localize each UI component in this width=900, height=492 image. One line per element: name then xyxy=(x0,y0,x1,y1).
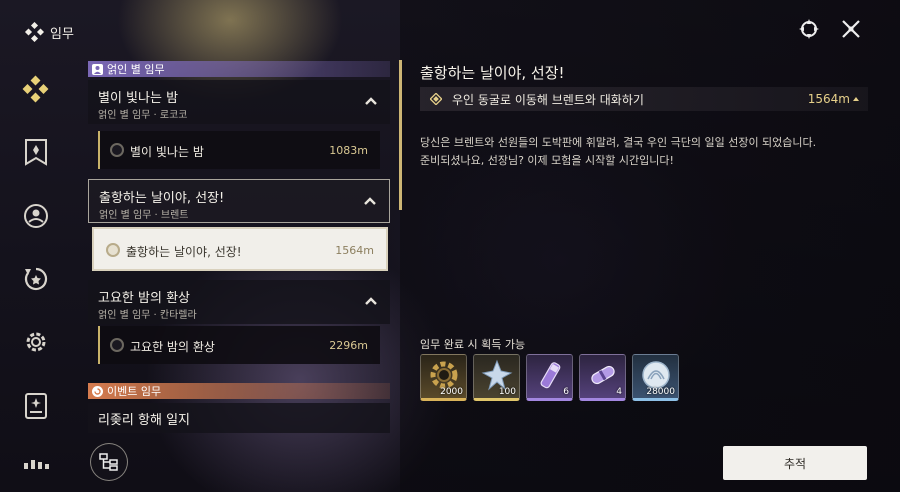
sidebar-item-more[interactable] xyxy=(20,447,52,479)
chevron-up-icon xyxy=(364,197,376,205)
quest-distance: 1564m xyxy=(335,244,374,257)
category-header: 얽인 별 임무 xyxy=(88,61,390,77)
journal-icon xyxy=(25,393,47,419)
status-circle-icon xyxy=(110,338,124,352)
quest-group[interactable]: 리좆리 항해 일지 xyxy=(88,403,390,433)
status-circle-icon xyxy=(110,143,124,157)
group-title: 출항하는 날이야, 선장! xyxy=(99,191,225,206)
quest-group[interactable]: 출항하는 날이야, 선장! 얽인 별 임무 · 브렌트 xyxy=(88,179,390,223)
quest-title: 고요한 밤의 환상 xyxy=(130,340,215,354)
close-icon xyxy=(842,20,860,38)
header: 임무 xyxy=(24,22,74,42)
profile-circle-icon xyxy=(24,204,48,228)
quest-title: 별이 빛나는 밤 xyxy=(130,145,204,159)
sidebar-item-quests[interactable] xyxy=(20,73,52,105)
category-label: 얽인 별 임무 xyxy=(107,63,165,76)
sidebar-item-profile[interactable] xyxy=(20,200,52,232)
bars-icon xyxy=(24,460,49,469)
objective-distance-value: 1564m xyxy=(807,92,850,106)
banner-icon xyxy=(25,139,47,166)
track-button[interactable]: 추적 xyxy=(723,446,867,480)
quest-group[interactable]: 고요한 밤의 환상 얽인 별 임무 · 칸타렐라 xyxy=(88,280,390,324)
reward-item[interactable]: 2000 xyxy=(420,354,467,401)
person-icon xyxy=(92,63,103,75)
detail-title: 출항하는 날이야, 선장! xyxy=(420,64,565,82)
sidebar-item-journal[interactable] xyxy=(20,390,52,422)
category-header: 이벤트 임무 xyxy=(88,383,390,399)
quest-description: 당신은 브렌트와 선원들의 도박판에 휘말려, 결국 우인 극단의 일일 선장이… xyxy=(420,134,860,170)
quest-item[interactable]: 별이 빛나는 밤 1083m xyxy=(98,131,380,169)
quest-group[interactable]: 별이 빛나는 밤 얽인 별 임무 · 로코코 xyxy=(88,80,390,124)
purple-capsule-icon xyxy=(591,365,615,385)
objective-diamond-icon xyxy=(430,93,442,105)
quest-detail: 출항하는 날이야, 선장! 우인 동굴로 이동해 브렌트와 대화하기 1564m… xyxy=(420,55,880,492)
quest-item[interactable]: 고요한 밤의 환상 2296m xyxy=(98,326,380,364)
page-title: 임무 xyxy=(50,26,74,42)
quest-list: 얽인 별 임무 별이 빛나는 밤 얽인 별 임무 · 로코코 별이 빛나는 밤 … xyxy=(76,55,398,492)
quest-tree-button[interactable] xyxy=(90,443,128,481)
rewards-list: 2000 100 6 4 28000 xyxy=(420,354,679,401)
objective-distance: 1564m xyxy=(808,92,860,106)
reward-count: 2000 xyxy=(440,387,463,397)
rewards-label: 임무 완료 시 획득 가능 xyxy=(420,338,526,351)
crosshair-icon xyxy=(799,19,819,39)
reward-item[interactable]: 6 xyxy=(526,354,573,401)
reward-count: 6 xyxy=(563,387,569,397)
star-refresh-icon xyxy=(24,267,48,291)
sidebar xyxy=(0,60,72,492)
reward-item[interactable]: 28000 xyxy=(632,354,679,401)
sidebar-item-banner[interactable] xyxy=(20,136,52,168)
description-line: 준비되셨나요, 선장님? 이제 모험을 시작할 시간입니다! xyxy=(420,154,674,167)
group-subtitle: 얽인 별 임무 · 로코코 xyxy=(98,110,188,121)
sidebar-item-settings[interactable] xyxy=(20,326,52,358)
reward-count: 28000 xyxy=(646,387,675,397)
reward-item[interactable]: 100 xyxy=(473,354,520,401)
description-line: 당신은 브렌트와 선원들의 도박판에 휘말려, 결국 우인 극단의 일일 선장이… xyxy=(420,136,817,149)
sidebar-item-refresh[interactable] xyxy=(20,263,52,295)
group-title: 별이 빛나는 밤 xyxy=(98,91,179,106)
quest-diamond-icon xyxy=(24,22,44,42)
reward-count: 100 xyxy=(498,387,516,397)
reward-item[interactable]: 4 xyxy=(579,354,626,401)
top-bar: 임무 xyxy=(0,0,900,55)
chevron-up-icon xyxy=(365,97,377,105)
gear-icon xyxy=(26,332,46,352)
group-title: 고요한 밤의 환상 xyxy=(98,291,190,306)
caret-up-icon xyxy=(853,97,859,101)
quest-distance: 1083m xyxy=(329,144,368,157)
group-title: 리좆리 항해 일지 xyxy=(98,413,190,428)
quest-diamond-icon xyxy=(22,75,49,103)
objective-row[interactable]: 우인 동굴로 이동해 브렌트와 대화하기 1564m xyxy=(420,87,868,111)
close-button[interactable] xyxy=(840,18,862,40)
list-scrollbar[interactable] xyxy=(399,60,402,210)
group-subtitle: 얽인 별 임무 · 브렌트 xyxy=(99,210,189,221)
event-icon xyxy=(92,385,103,397)
reward-count: 4 xyxy=(616,387,622,397)
quest-title: 출항하는 날이야, 선장! xyxy=(126,245,242,259)
locate-target-button[interactable] xyxy=(798,18,820,40)
category-label: 이벤트 임무 xyxy=(107,385,162,398)
quest-distance: 2296m xyxy=(329,339,368,352)
purple-vial-icon xyxy=(540,362,561,389)
group-subtitle: 얽인 별 임무 · 칸타렐라 xyxy=(98,310,197,321)
objective-text: 우인 동굴로 이동해 브렌트와 대화하기 xyxy=(452,92,644,107)
status-circle-icon xyxy=(106,243,120,257)
chevron-up-icon xyxy=(365,297,377,305)
hierarchy-icon xyxy=(99,453,118,471)
quest-item[interactable]: 출항하는 날이야, 선장! 1564m xyxy=(92,227,388,271)
